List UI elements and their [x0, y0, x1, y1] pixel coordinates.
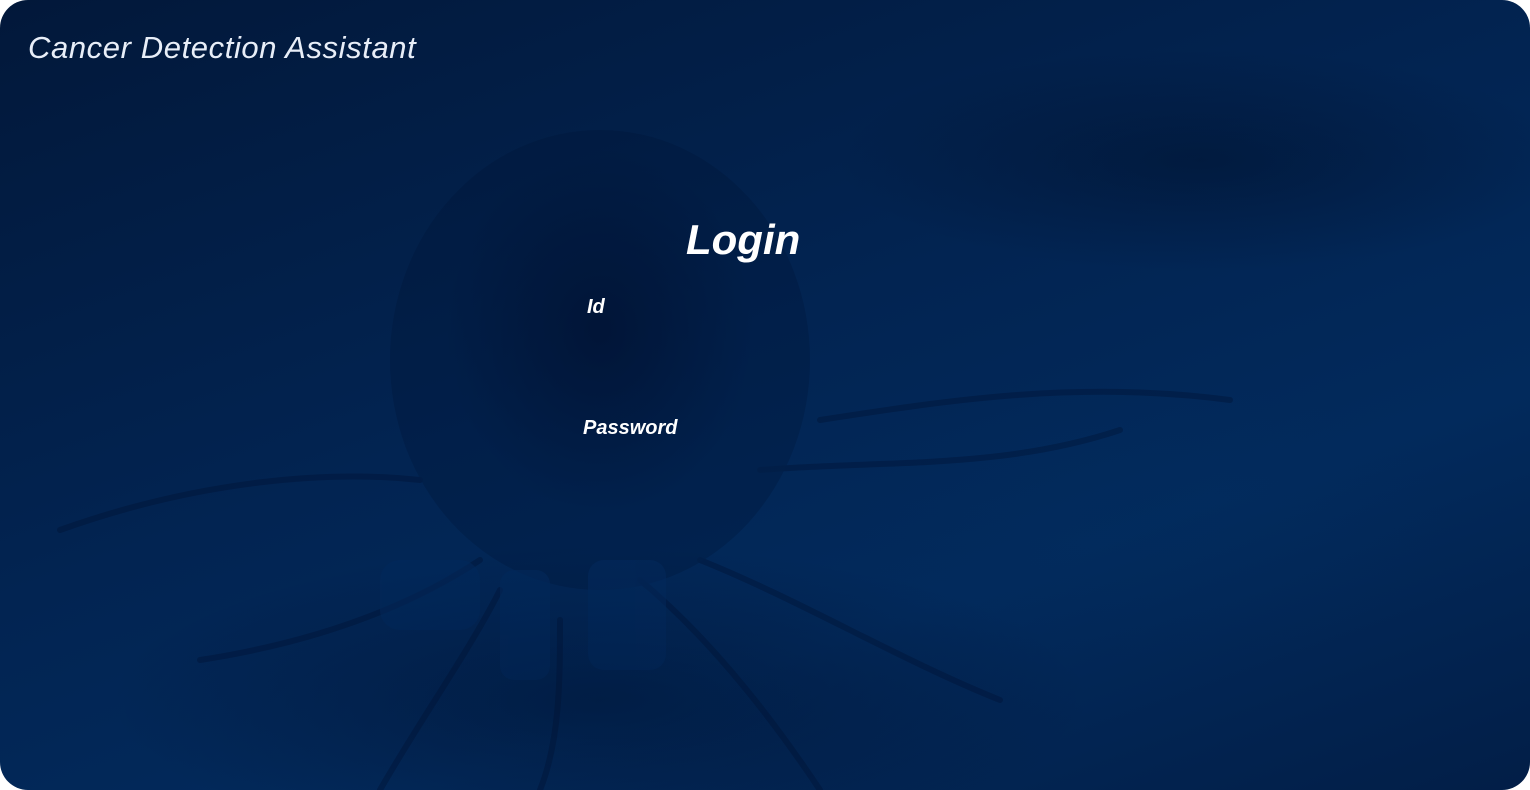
- password-input[interactable]: [583, 452, 955, 492]
- password-label: Password: [583, 417, 678, 439]
- app-title: Cancer Detection Assistant: [28, 30, 417, 65]
- id-input[interactable]: [583, 330, 955, 370]
- login-window: Cancer Detection Assistant Login Id Pass…: [0, 0, 1530, 790]
- background-cell-image: [57, 130, 1233, 790]
- id-label: Id: [587, 296, 605, 318]
- login-heading: Login: [686, 216, 801, 263]
